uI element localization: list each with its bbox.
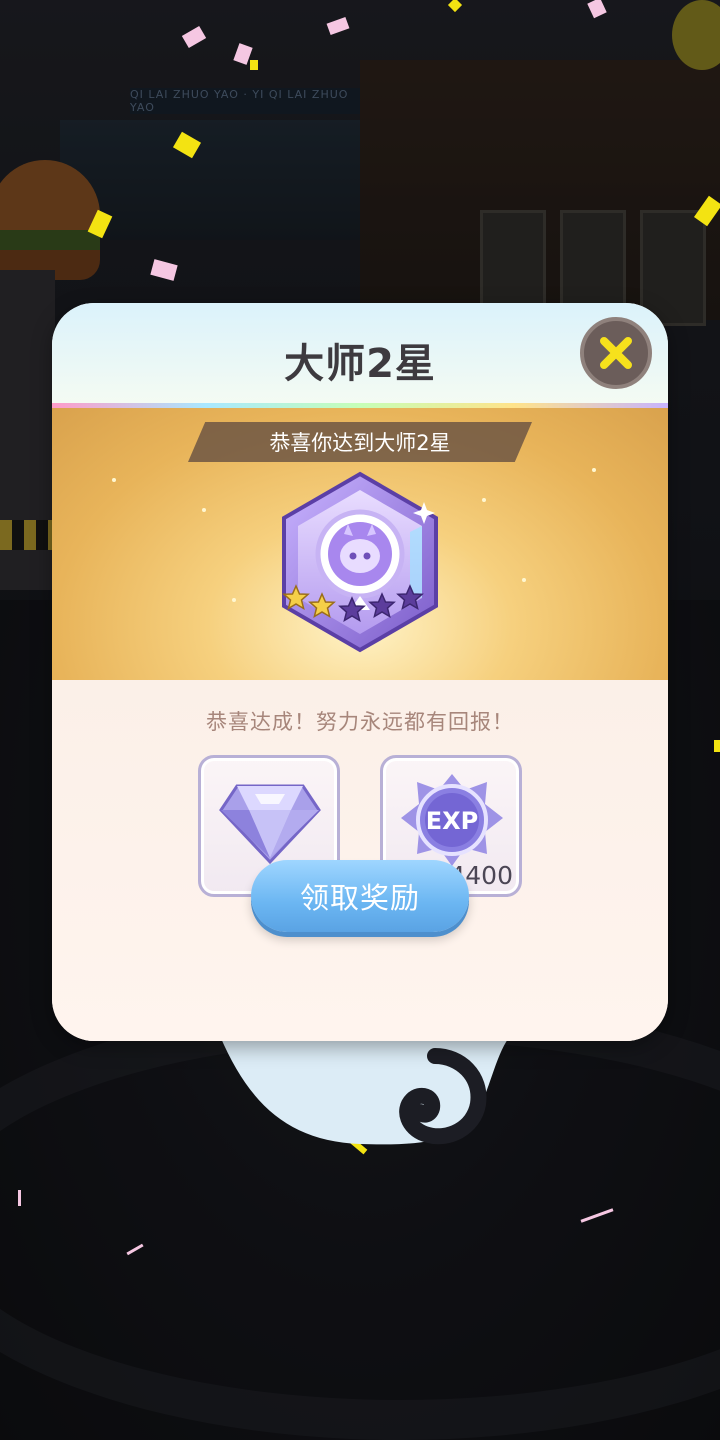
reward-section: 恭喜达成！努力永远都有回报！ 1050 EXP 4400 领取奖励 [52, 680, 668, 1041]
close-x-icon [600, 337, 632, 369]
sparkle [522, 578, 526, 582]
sparkle [232, 598, 236, 602]
master-rank-badge [282, 471, 438, 653]
dialog-title: 大师2星 [284, 341, 436, 387]
claim-button-label: 领取奖励 [299, 881, 420, 915]
claim-reward-button[interactable]: 领取奖励 [251, 860, 469, 932]
rank-up-dialog: 大师2星 恭喜你达到大师2星 恭喜达成！努力永远都有回报！ EXP 4400 领… [52, 303, 668, 1041]
congrats-ribbon: 恭喜你达到大师2星 [188, 422, 532, 462]
dialog-tail [220, 1036, 510, 1145]
close-button[interactable] [580, 317, 652, 389]
confetti-piece [18, 1190, 21, 1206]
sparkle [592, 468, 596, 472]
rank-banner: 恭喜你达到大师2星 [52, 408, 668, 680]
confetti-piece [250, 60, 258, 70]
diamond-icon [219, 784, 321, 865]
sparkle [202, 508, 206, 512]
slogan-text: 恭喜达成！努力永远都有回报！ [206, 710, 514, 734]
confetti-piece [714, 740, 720, 752]
sparkle [482, 498, 486, 502]
exp-label: EXP [426, 807, 479, 835]
exp-coin-icon: EXP [401, 774, 503, 866]
sparkle [112, 478, 116, 482]
congrats-text: 恭喜你达到大师2星 [269, 431, 451, 455]
